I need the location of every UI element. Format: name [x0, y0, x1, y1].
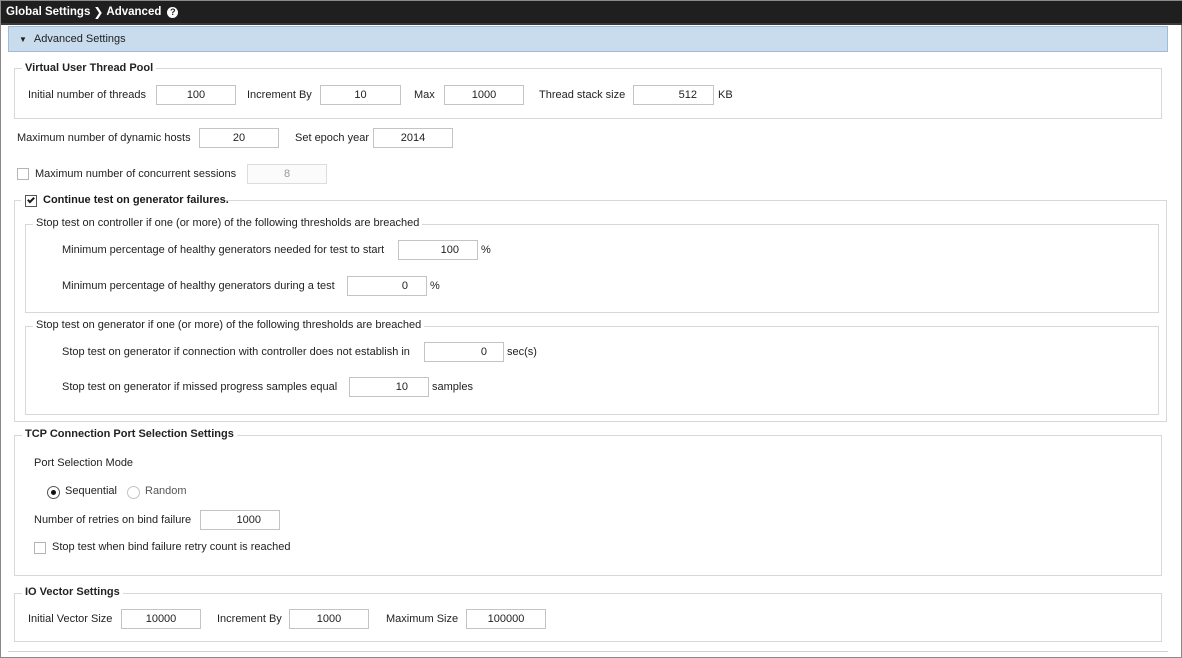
initial-vector-size-input[interactable]: [121, 609, 201, 629]
concurrent-sessions-checkbox[interactable]: [17, 168, 29, 180]
continue-on-failure-label: Continue test on generator failures.: [43, 194, 229, 206]
bind-retries-input[interactable]: [200, 510, 280, 530]
breadcrumb: Global Settings ❯ Advanced ?: [1, 1, 1182, 25]
help-icon[interactable]: ?: [167, 6, 179, 18]
increment-input[interactable]: [320, 85, 401, 105]
controller-thresholds-group: [25, 224, 1159, 313]
generator-thresholds-legend: Stop test on generator if one (or more) …: [33, 319, 425, 331]
controller-thresholds-legend: Stop test on controller if one (or more)…: [33, 217, 423, 229]
missed-samples-label: Stop test on generator if missed progres…: [62, 381, 338, 393]
connection-timeout-input[interactable]: [424, 342, 504, 362]
advanced-settings-header[interactable]: ▼ Advanced Settings: [8, 26, 1168, 52]
epoch-year-input[interactable]: [373, 128, 453, 148]
triangle-down-icon: ▼: [19, 34, 27, 44]
thread-pool-legend: Virtual User Thread Pool: [22, 62, 157, 74]
min-healthy-start-label: Minimum percentage of healthy generators…: [62, 244, 385, 256]
stack-size-unit: KB: [718, 89, 733, 101]
chevron-right-icon: ❯: [93, 5, 104, 19]
advanced-settings-window: Global Settings ❯ Advanced ? ▼ Advanced …: [0, 0, 1182, 658]
initial-threads-input[interactable]: [156, 85, 236, 105]
divider: [8, 651, 1168, 652]
min-healthy-during-unit: %: [430, 280, 440, 292]
concurrent-sessions-label: Maximum number of concurrent sessions: [35, 168, 237, 180]
stop-on-bind-failure-checkbox[interactable]: [34, 542, 46, 554]
min-healthy-start-input[interactable]: [398, 240, 478, 260]
epoch-year-label: Set epoch year: [295, 132, 369, 144]
stop-on-bind-failure-label: Stop test when bind failure retry count …: [52, 541, 291, 553]
sequential-label: Sequential: [65, 485, 117, 497]
continue-on-failure-checkbox[interactable]: [25, 195, 37, 207]
connection-timeout-unit: sec(s): [507, 346, 537, 358]
min-healthy-start-unit: %: [481, 244, 491, 256]
random-radio[interactable]: [127, 486, 140, 499]
missed-samples-input[interactable]: [349, 377, 429, 397]
advanced-settings-title: Advanced Settings: [33, 33, 126, 45]
stack-size-label: Thread stack size: [539, 89, 626, 101]
max-dynamic-hosts-input[interactable]: [199, 128, 279, 148]
port-selection-mode-label: Port Selection Mode: [34, 457, 134, 469]
max-threads-label: Max: [414, 89, 435, 101]
stack-size-input[interactable]: [633, 85, 714, 105]
missed-samples-unit: samples: [432, 381, 473, 393]
bind-retries-label: Number of retries on bind failure: [34, 514, 192, 526]
concurrent-sessions-input[interactable]: [247, 164, 327, 184]
vector-increment-input[interactable]: [289, 609, 369, 629]
vector-increment-label: Increment By: [217, 613, 282, 625]
initial-vector-size-label: Initial Vector Size: [28, 613, 113, 625]
max-dynamic-hosts-label: Maximum number of dynamic hosts: [17, 132, 191, 144]
max-threads-input[interactable]: [444, 85, 524, 105]
tcp-settings-legend: TCP Connection Port Selection Settings: [22, 428, 237, 440]
min-healthy-during-label: Minimum percentage of healthy generators…: [62, 280, 335, 292]
max-vector-size-label: Maximum Size: [386, 613, 459, 625]
increment-label: Increment By: [247, 89, 312, 101]
tcp-settings-group: [14, 435, 1162, 576]
initial-threads-label: Initial number of threads: [28, 89, 147, 101]
generator-thresholds-group: [25, 326, 1159, 415]
max-vector-size-input[interactable]: [466, 609, 546, 629]
random-label: Random: [145, 485, 187, 497]
sequential-radio[interactable]: [47, 486, 60, 499]
min-healthy-during-input[interactable]: [347, 276, 427, 296]
io-vector-legend: IO Vector Settings: [22, 586, 123, 598]
connection-timeout-label: Stop test on generator if connection wit…: [62, 346, 410, 358]
breadcrumb-current: Advanced: [106, 6, 162, 18]
breadcrumb-root[interactable]: Global Settings: [6, 6, 90, 18]
